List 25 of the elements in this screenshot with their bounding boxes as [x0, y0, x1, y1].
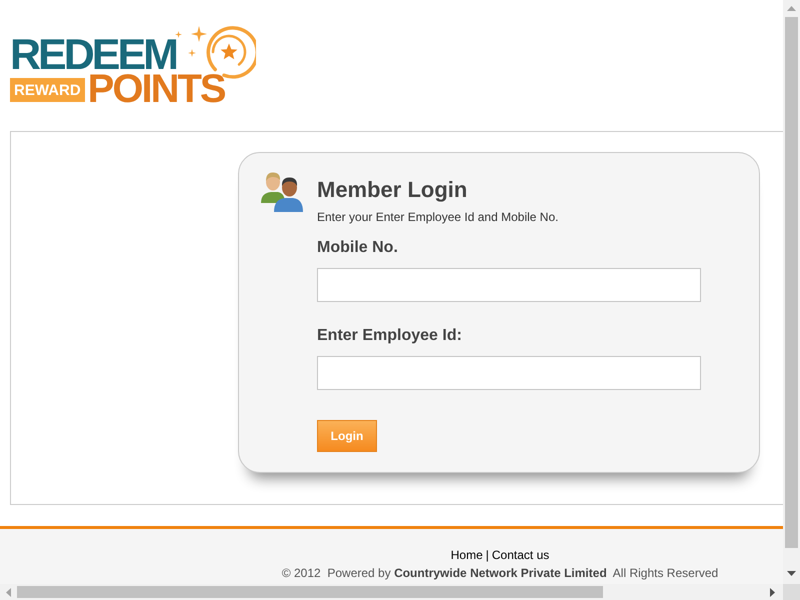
horizontal-scrollbar[interactable] [0, 584, 783, 600]
logo-text: POINTS [88, 73, 225, 105]
field-label: Enter Employee Id: [317, 327, 462, 345]
footer-link[interactable]: Home [450, 548, 483, 562]
caret-right-icon[interactable] [770, 588, 775, 596]
vertical-scrollbar[interactable] [783, 0, 800, 584]
input-field[interactable] [317, 356, 701, 390]
sparkle-icon [188, 49, 196, 57]
input-field[interactable] [317, 268, 701, 302]
copyright-text: © 2012 Powered by Countrywide Network Private Limited All Rights Reserved [280, 566, 720, 580]
logo-tag: REWARD [10, 78, 85, 102]
caret-down-icon[interactable] [787, 571, 796, 576]
logo-text: REDEEM [10, 37, 176, 73]
caret-left-icon[interactable] [6, 588, 11, 596]
sparkle-icon [191, 26, 207, 42]
sparkle-icon [175, 31, 182, 38]
scrollbar-corner [783, 584, 800, 600]
scrollbar-thumb[interactable] [785, 17, 798, 548]
form-subtitle: Enter your Enter Employee Id and Mobile No. [317, 209, 558, 225]
scrollbar-thumb[interactable] [17, 586, 603, 598]
field-label: Mobile No. [317, 239, 398, 257]
caret-up-icon[interactable] [787, 6, 796, 11]
link-separator: | [486, 548, 489, 562]
form-title: Member Login [317, 178, 468, 202]
footer-link[interactable]: Contact us [492, 548, 550, 562]
